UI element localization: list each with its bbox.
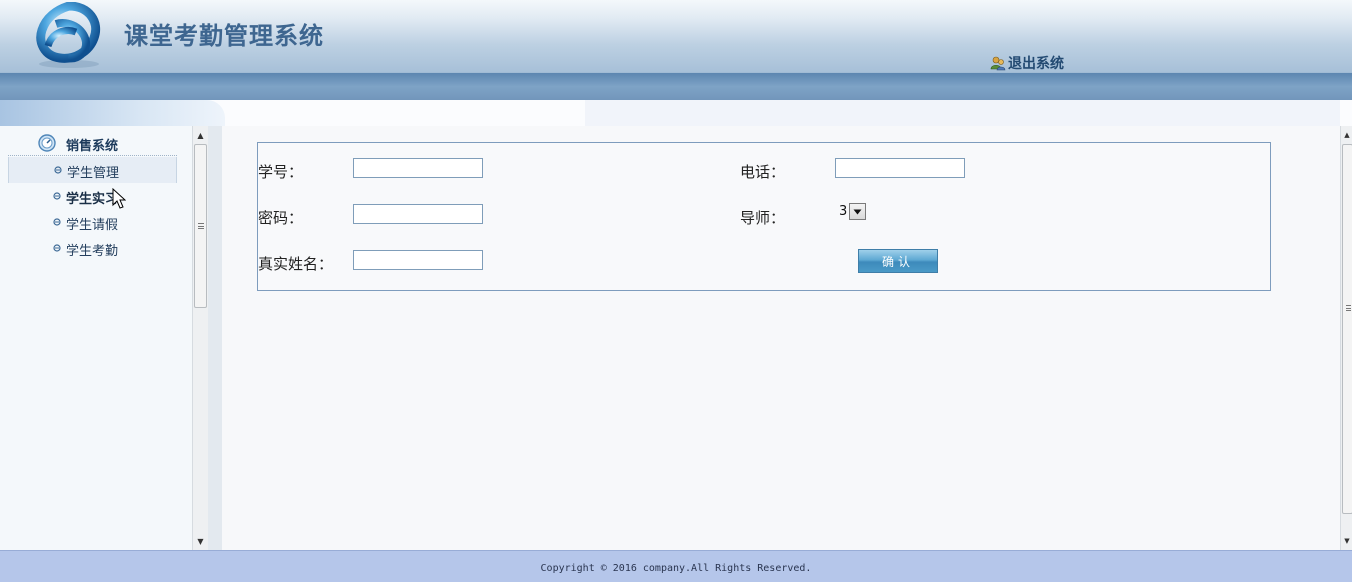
sidebar-item-student-attendance[interactable]: 学生考勤	[8, 235, 177, 261]
header-band	[0, 73, 1352, 100]
logout-label: 退出系统	[1008, 56, 1064, 72]
sub-strip	[0, 100, 1352, 126]
phone-label: 电话：	[740, 163, 786, 181]
sidebar-item-label: 学生管理	[67, 166, 120, 181]
bullet-icon	[53, 244, 61, 252]
confirm-button[interactable]: 确认	[858, 249, 938, 273]
student-id-input[interactable]	[353, 158, 483, 178]
clock-icon	[38, 134, 56, 152]
sidebar-item-label: 学生考勤	[66, 244, 119, 259]
bullet-icon	[54, 166, 62, 174]
sidebar-item-label: 学生请假	[66, 218, 119, 233]
sidebar-item-student-leave[interactable]: 学生请假	[8, 209, 177, 235]
scrollbar-thumb[interactable]	[1342, 144, 1352, 514]
scroll-up-icon[interactable]: ▲	[193, 127, 208, 143]
main-content: 学号： 密码： 真实姓名： 电话： 导师： 3 确认	[222, 126, 1340, 550]
sidebar-group-header[interactable]: 销售系统	[8, 128, 177, 156]
scroll-up-icon[interactable]: ▲	[1341, 127, 1352, 143]
scroll-down-icon[interactable]: ▼	[193, 533, 208, 549]
scrollbar-thumb[interactable]	[194, 144, 207, 308]
content-strip-decoration	[585, 100, 1340, 126]
student-id-label: 学号：	[258, 163, 304, 181]
sidebar-tab-decoration	[0, 100, 225, 126]
scroll-down-icon[interactable]: ▼	[1341, 533, 1352, 549]
copyright-text: Copyright © 2016 company.All Rights Rese…	[540, 563, 812, 574]
bullet-icon	[53, 218, 61, 226]
sidebar-item-label: 学生实习	[66, 192, 119, 207]
app-header: 课堂考勤管理系统 退出系统	[0, 0, 1352, 100]
real-name-label: 真实姓名：	[258, 255, 334, 273]
chevron-down-icon[interactable]	[849, 203, 866, 220]
student-form: 学号： 密码： 真实姓名： 电话： 导师： 3 确认	[257, 142, 1271, 291]
sidebar-scrollbar[interactable]: ▲ ▼	[192, 126, 208, 550]
tutor-select-value: 3	[839, 204, 848, 219]
mouse-cursor-icon	[112, 188, 126, 209]
sidebar-gutter	[208, 126, 222, 550]
app-title: 课堂考勤管理系统	[124, 21, 324, 50]
phone-input[interactable]	[835, 158, 965, 178]
password-label: 密码：	[258, 209, 304, 227]
sidebar-group-label: 销售系统	[66, 139, 119, 154]
tutor-label: 导师：	[740, 209, 786, 227]
content-scrollbar[interactable]: ▲ ▼	[1340, 126, 1352, 550]
logout-button[interactable]: 退出系统	[990, 53, 1064, 73]
sidebar-item-student-management[interactable]: 学生管理	[8, 157, 177, 183]
sidebar-item-student-internship[interactable]: 学生实习	[8, 183, 177, 209]
logo-icon	[36, 2, 100, 68]
password-input[interactable]	[353, 204, 483, 224]
grip-icon	[198, 223, 204, 229]
users-icon	[990, 56, 1006, 71]
sidebar: 销售系统 学生管理 学生实习 学生请假 学生考勤	[0, 126, 192, 550]
bullet-icon	[53, 192, 61, 200]
real-name-input[interactable]	[353, 250, 483, 270]
grip-icon	[1346, 305, 1351, 311]
footer: Copyright © 2016 company.All Rights Rese…	[0, 550, 1352, 582]
